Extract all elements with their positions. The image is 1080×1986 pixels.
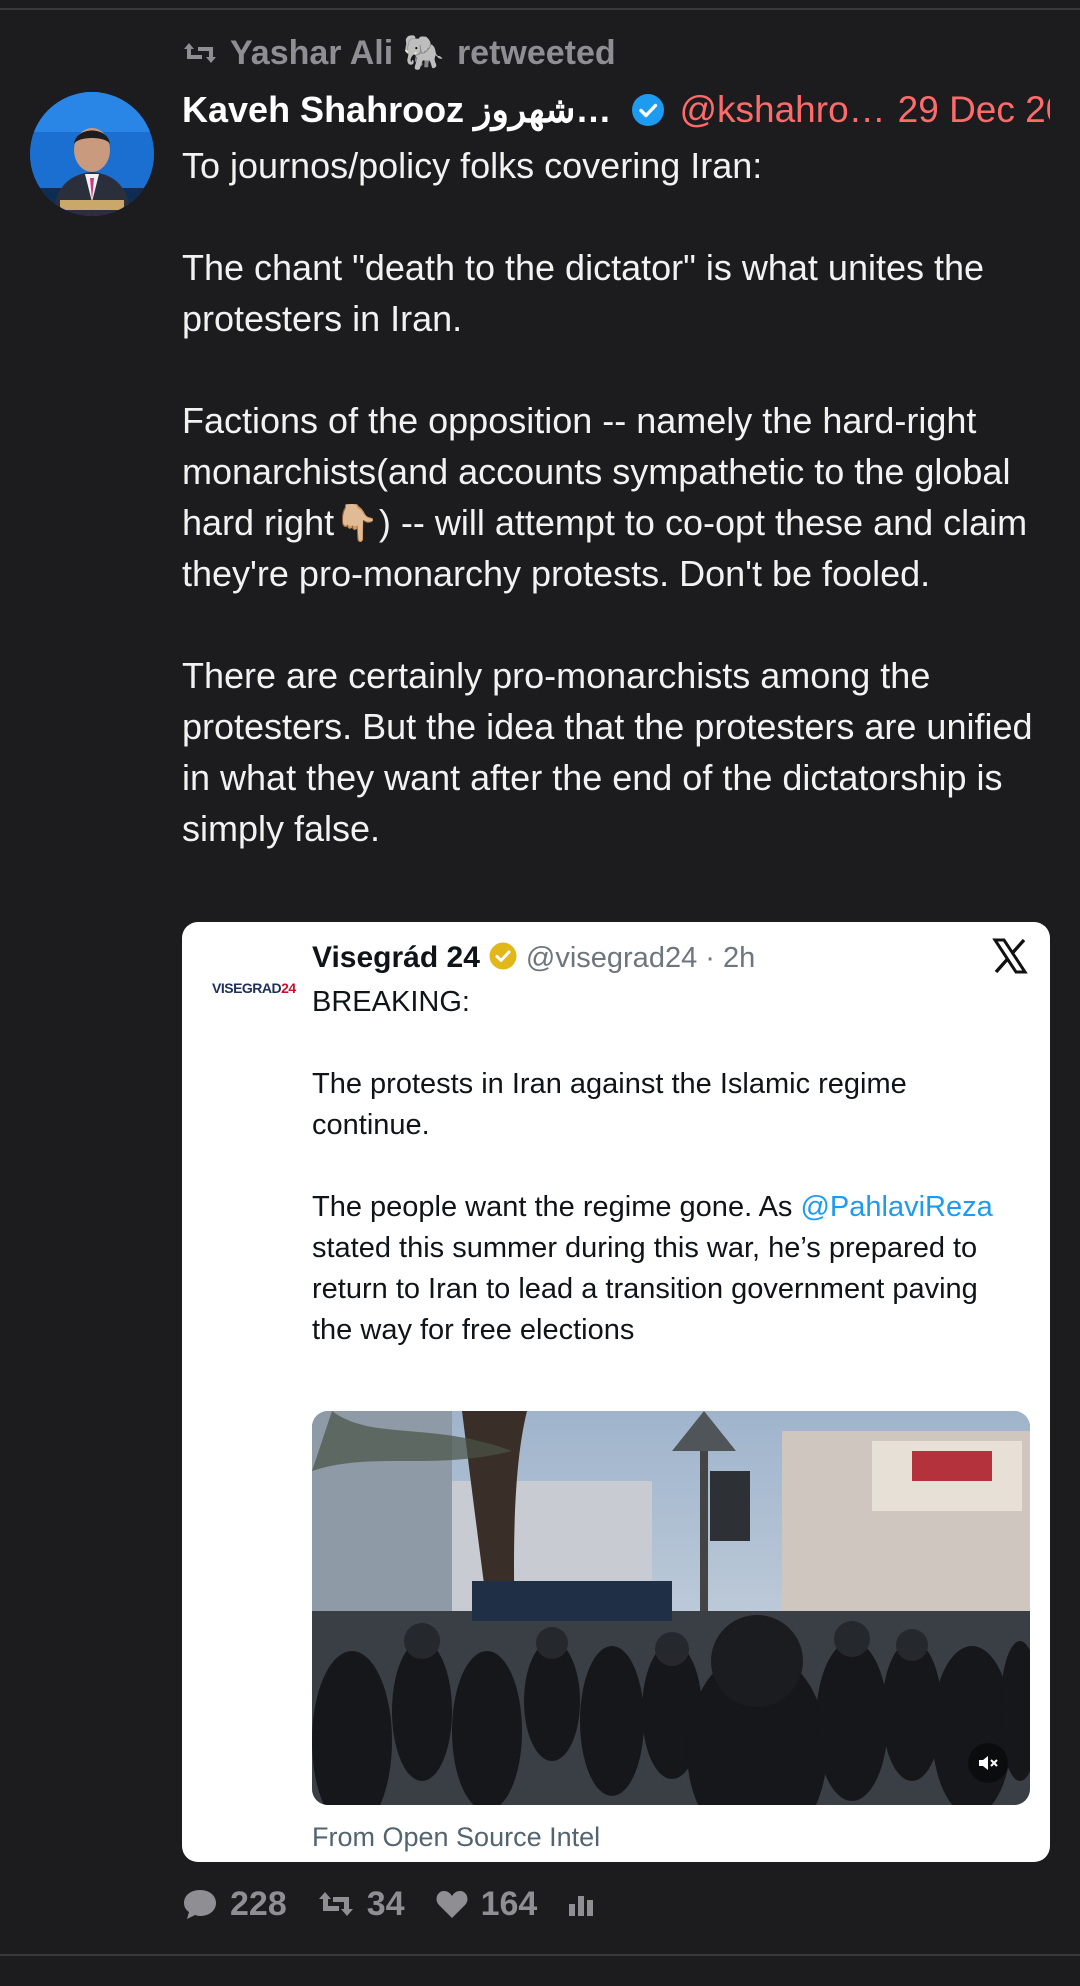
visegrad-logo: VISEGRAD24 [212, 980, 296, 996]
retweet-icon [182, 39, 218, 67]
stats-button[interactable] [567, 1890, 595, 1918]
embed-text: BREAKING: The protests in Iran against t… [312, 982, 1012, 1351]
embed-text-segment: stated this summer during this war, he’s… [312, 1232, 978, 1346]
heart-icon [435, 1889, 469, 1919]
tweet-paragraph: There are certainly pro-monarchists amon… [182, 655, 1033, 849]
visegrad-logo-text: VISEGRAD [212, 980, 282, 996]
protest-video[interactable] [312, 1411, 1030, 1805]
retweet-count: 34 [366, 1884, 405, 1923]
tweet-header: Kaveh Shahrooz شهروز… @kshahro… 29 Dec 2… [182, 84, 1050, 136]
reply-count: 228 [230, 1884, 287, 1923]
gold-verified-icon [488, 941, 518, 976]
author-name[interactable]: Kaveh Shahrooz شهروز… [182, 89, 611, 131]
tweet-date[interactable]: 29 Dec 2025 [898, 89, 1050, 131]
tweet-body: To journos/policy folks covering Iran: T… [182, 140, 1062, 854]
tweet-paragraph: To journos/policy folks covering Iran: [182, 145, 763, 186]
retweet-icon [317, 1889, 355, 1919]
mention-link: @PahlaviReza [800, 1191, 993, 1223]
retweeter-name[interactable]: Yashar Ali 🐘 [230, 33, 445, 73]
reply-icon [182, 1887, 218, 1921]
author-handle[interactable]: @kshahro… [679, 89, 885, 131]
embedded-media-card[interactable]: VISEGRAD24 Visegrád 24 @visegrad24 · 2h … [182, 922, 1050, 1862]
retweet-button[interactable]: 34 [317, 1885, 405, 1924]
embed-header: Visegrád 24 @visegrad24 · 2h [312, 936, 755, 980]
like-button[interactable]: 164 [435, 1884, 538, 1924]
embed-paragraph: The protests in Iran against the Islamic… [312, 1068, 907, 1141]
verified-icon [631, 93, 665, 127]
stats-icon [567, 1890, 595, 1918]
embed-paragraph: BREAKING: [312, 986, 470, 1018]
retweeted-label: retweeted [456, 33, 616, 72]
embed-footer: From Open Source Intel [312, 1822, 601, 1852]
like-count: 164 [480, 1884, 538, 1923]
tweet-paragraph: Factions of the opposition -- namely the… [182, 400, 1028, 594]
retweet-banner[interactable]: Yashar Ali 🐘 retweeted [182, 28, 616, 78]
mute-icon[interactable] [968, 1743, 1008, 1783]
tweet-actions: 228 34 164 [182, 1880, 625, 1928]
embed-paragraph: The people want the regime gone. As @Pah… [312, 1187, 1012, 1351]
bottom-divider [0, 1954, 1080, 1956]
embed-author-name: Visegrád 24 [312, 941, 480, 974]
avatar[interactable] [30, 92, 154, 216]
reply-button[interactable]: 228 [182, 1885, 287, 1924]
top-divider [0, 0, 1080, 10]
visegrad-logo-number: 24 [281, 980, 296, 996]
tweet-paragraph: The chant "death to the dictator" is wha… [182, 247, 985, 339]
embed-handle-time: @visegrad24 · 2h [525, 941, 756, 974]
x-logo-icon [990, 936, 1030, 976]
embed-text-segment: The people want the regime gone. As [312, 1191, 801, 1223]
